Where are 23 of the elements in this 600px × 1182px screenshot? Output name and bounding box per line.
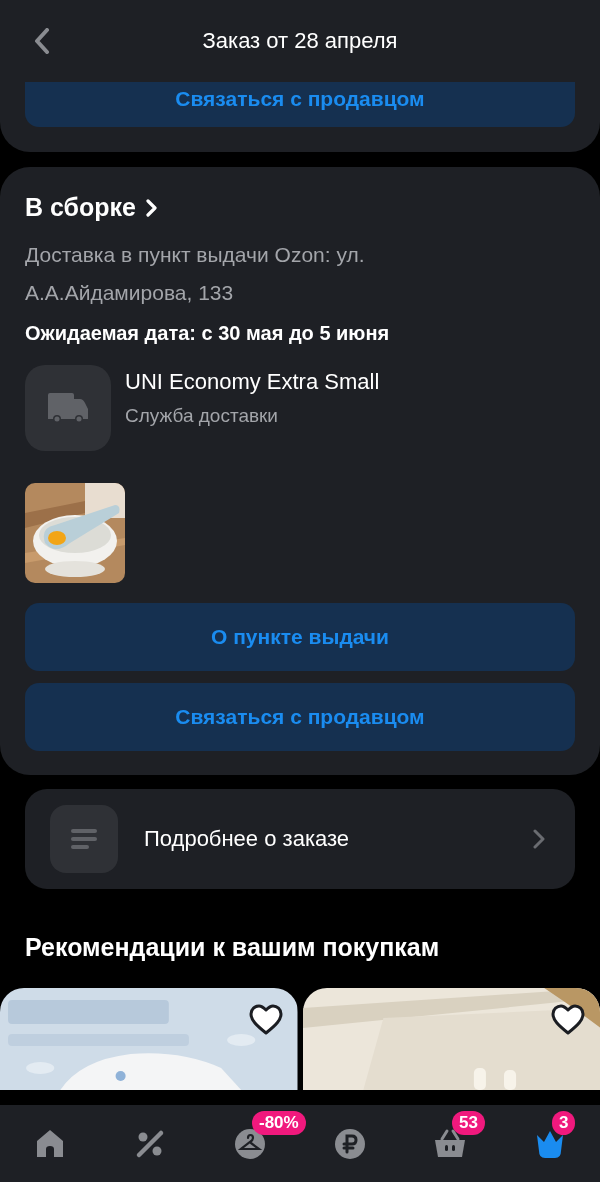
window-title: Заказ от 28 апреля [202,28,398,54]
contact-seller-button[interactable]: Связаться с продавцом [25,683,575,751]
section-heading: Рекомендации к вашим покупкам [25,933,441,962]
back-icon[interactable] [34,28,50,54]
expected-date: Ожидаемая дата: с 30 мая до 5 июня [25,322,391,345]
pickup-point-button[interactable]: О пункте выдачи [25,603,575,671]
carrier-caption: Служба доставки [125,405,279,427]
favorite-icon[interactable] [550,1004,586,1036]
carrier-name: UNI Economy Extra Small [125,369,380,395]
hanger-icon[interactable] [233,1126,267,1161]
count-badge: -80% [252,1111,306,1135]
count-badge: 53 [452,1111,485,1135]
ruble-icon[interactable] [333,1126,367,1161]
list-icon [71,829,97,849]
chevron-icon [146,198,158,217]
count-badge: 3 [552,1111,576,1135]
order-details-link[interactable]: Подробнее о заказе [25,789,575,889]
contact-seller-button[interactable]: Связаться с продавцом [25,82,575,127]
chevron-icon [533,829,545,849]
favorite-icon[interactable] [247,1004,284,1036]
delivery-address: Доставка в пункт выдачи Ozon: ул. А.А.Айдамирова, 133 [25,242,366,306]
truck-icon [46,391,90,425]
status-link[interactable]: В сборке [25,193,575,222]
